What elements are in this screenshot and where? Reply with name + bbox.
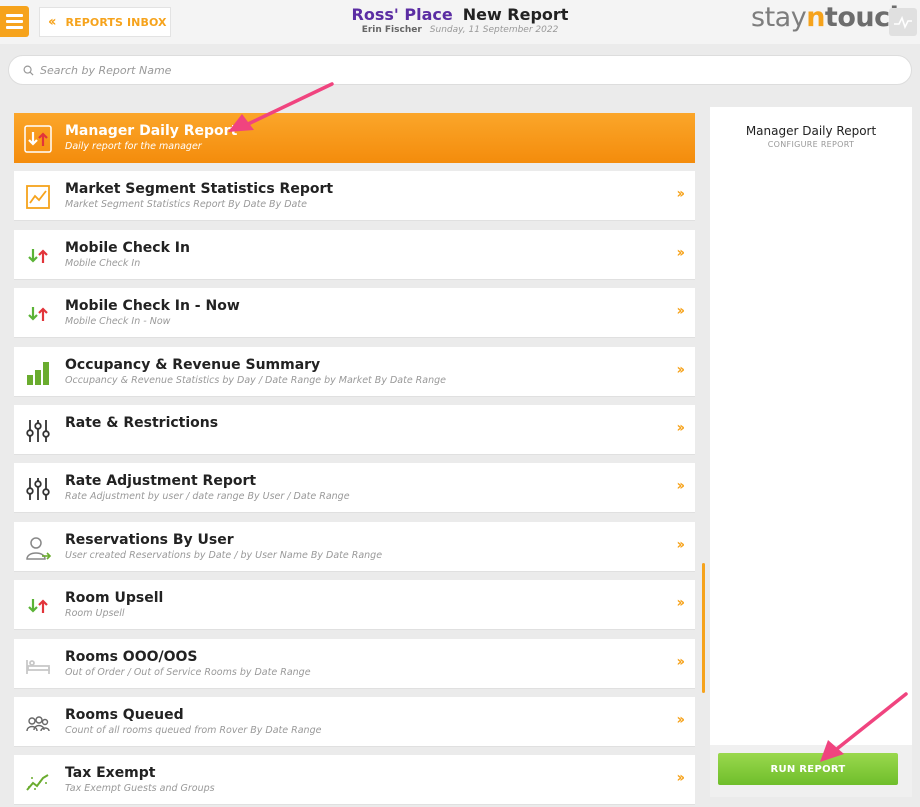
report-item[interactable]: Rate Adjustment Report Rate Adjustment by… xyxy=(14,463,695,513)
chevron-left-double-icon: ‹‹ xyxy=(48,14,56,30)
chevron-right-double-icon: ›› xyxy=(676,303,684,319)
report-title: Rooms OOO/OOS xyxy=(65,649,198,665)
reports-inbox-label: REPORTS INBOX xyxy=(65,15,167,29)
report-description: Mobile Check In xyxy=(65,258,141,269)
report-description: Mobile Check In - Now xyxy=(65,316,171,327)
page-title: New Report xyxy=(462,5,569,24)
report-description: Out of Order / Out of Service Rooms by D… xyxy=(65,667,311,678)
report-item[interactable]: Tax Exempt Tax Exempt Guests and Groups ›› xyxy=(14,755,695,805)
chevron-right-double-icon: ›› xyxy=(676,362,684,378)
report-description: Tax Exempt Guests and Groups xyxy=(65,783,215,794)
report-description: Room Upsell xyxy=(65,608,125,619)
arrows-icon xyxy=(24,125,52,153)
report-title: Mobile Check In - Now xyxy=(65,298,240,314)
line-chart-icon xyxy=(24,183,52,211)
report-title: Tax Exempt xyxy=(65,765,156,781)
title-block: Ross' Place New Report Erin Fischer Sunday… xyxy=(330,5,590,35)
hotel-name: Ross' Place xyxy=(351,5,453,24)
chevron-right-double-icon: ›› xyxy=(676,595,684,611)
report-description: Market Segment Statistics Report By Date… xyxy=(65,199,307,210)
report-item[interactable]: Room Upsell Room Upsell ›› xyxy=(14,580,695,630)
chevron-right-double-icon: ›› xyxy=(676,245,684,261)
scrollbar[interactable] xyxy=(702,563,705,693)
chevron-right-double-icon: ›› xyxy=(676,712,684,728)
report-item[interactable]: Occupancy & Revenue Summary Occupancy & R… xyxy=(14,347,695,397)
chevron-right-double-icon: ›› xyxy=(676,478,684,494)
stayntouch-logo: stayntouch xyxy=(751,2,909,33)
header: ‹‹ REPORTS INBOX Ross' Place New Report E… xyxy=(0,0,920,44)
sliders-icon xyxy=(24,417,52,445)
configure-panel: Manager Daily Report CONFIGURE REPORT RU… xyxy=(710,107,912,797)
user-icon xyxy=(24,534,52,562)
report-description: Occupancy & Revenue Statistics by Day / … xyxy=(65,375,447,386)
report-item[interactable]: Manager Daily Report Daily report for the… xyxy=(14,113,695,163)
report-item[interactable]: Rooms OOO/OOS Out of Order / Out of Servi… xyxy=(14,639,695,689)
report-item[interactable]: Rooms Queued Count of all rooms queued fr… xyxy=(14,697,695,747)
report-title: Rate Adjustment Report xyxy=(65,473,257,489)
search-icon xyxy=(23,65,34,76)
people-icon xyxy=(24,709,52,737)
chevron-right-double-icon: ›› xyxy=(676,654,684,670)
bar-chart-icon xyxy=(24,359,52,387)
report-title: Room Upsell xyxy=(65,590,164,606)
arrows-icon xyxy=(24,300,52,328)
report-title: Mobile Check In xyxy=(65,240,190,256)
arrows-icon xyxy=(24,242,52,270)
chevron-right-double-icon: ›› xyxy=(676,186,684,202)
search-bar[interactable] xyxy=(8,55,912,85)
report-title: Occupancy & Revenue Summary xyxy=(65,357,321,373)
trend-icon xyxy=(24,767,52,795)
chevron-right-double-icon: ›› xyxy=(676,537,684,553)
activity-icon[interactable] xyxy=(889,8,917,36)
report-item[interactable]: Market Segment Statistics Report Market S… xyxy=(14,171,695,221)
panel-footer: RUN REPORT xyxy=(710,745,912,797)
report-item[interactable]: Mobile Check In Mobile Check In ›› xyxy=(14,230,695,280)
report-item[interactable]: Reservations By User User created Reserva… xyxy=(14,522,695,572)
selected-report-title: Manager Daily Report xyxy=(745,124,877,138)
report-item[interactable]: Mobile Check In - Now Mobile Check In - N… xyxy=(14,288,695,338)
search-input[interactable] xyxy=(40,63,640,77)
configure-report-label: CONFIGURE REPORT xyxy=(767,140,855,149)
report-title: Manager Daily Report xyxy=(65,123,238,139)
report-description: Count of all rooms queued from Rover By … xyxy=(65,725,322,736)
bed-icon xyxy=(24,651,52,679)
report-title: Rooms Queued xyxy=(65,707,184,723)
reports-inbox-button[interactable]: ‹‹ REPORTS INBOX xyxy=(39,7,171,37)
arrows-icon xyxy=(24,592,52,620)
business-date: Sunday, 11 September 2022 xyxy=(429,25,559,35)
report-description: Rate Adjustment by user / date range By … xyxy=(65,491,350,502)
report-description: User created Reservations by Date / by U… xyxy=(65,550,383,561)
report-description: Daily report for the manager xyxy=(65,141,202,152)
menu-icon[interactable] xyxy=(0,6,29,37)
run-report-button[interactable]: RUN REPORT xyxy=(718,753,898,785)
chevron-right-double-icon: ›› xyxy=(676,420,684,436)
sliders-icon xyxy=(24,475,52,503)
user-name: Erin Fischer xyxy=(361,25,422,35)
chevron-right-double-icon: ›› xyxy=(676,770,684,786)
report-title: Reservations By User xyxy=(65,532,234,548)
report-title: Rate & Restrictions xyxy=(65,415,219,431)
report-title: Market Segment Statistics Report xyxy=(65,181,334,197)
report-item[interactable]: Rate & Restrictions ›› xyxy=(14,405,695,455)
